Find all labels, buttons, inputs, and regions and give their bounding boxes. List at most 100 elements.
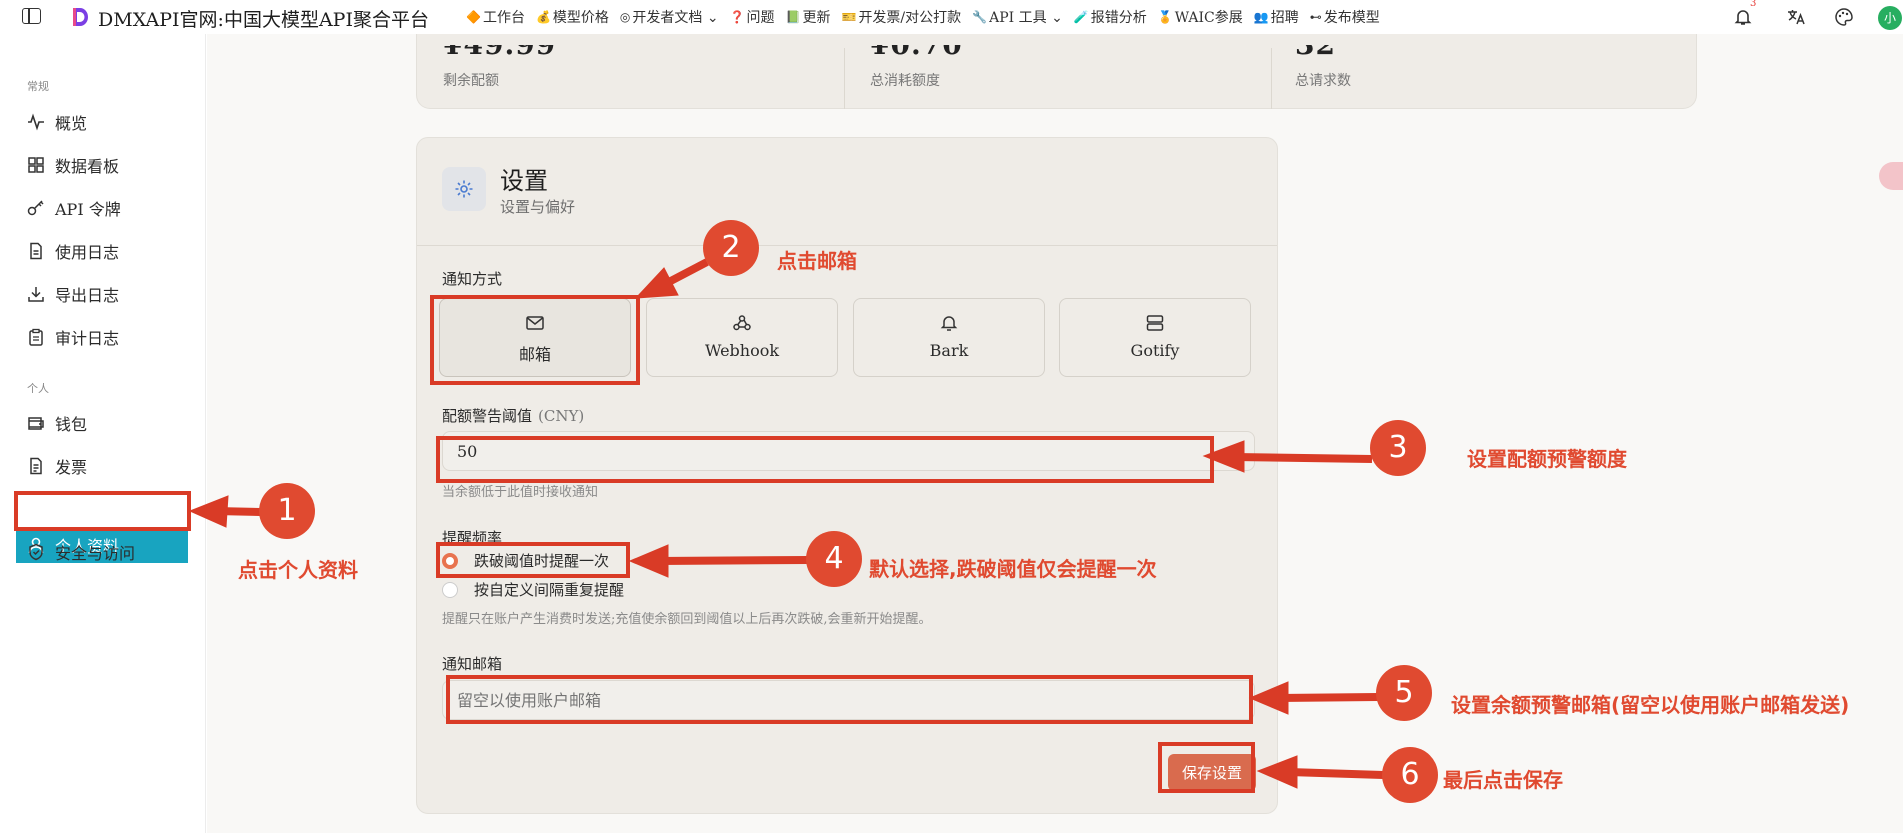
nav-publish-model-icon: ⊷ [1309,10,1322,24]
nav-jobs[interactable]: 👥 招聘 [1254,7,1299,27]
shield-icon [27,543,45,561]
radio-unchecked[interactable] [442,581,458,598]
nav-workbench-label: 工作台 [482,10,525,26]
sidebar-item-usage-logs[interactable]: 使用日志 [27,239,119,263]
nav-model-price-label: 模型价格 [552,10,609,26]
sidebar-item-overview[interactable]: 概览 [27,110,87,134]
threshold-label-text: 配额警告阈值 [442,407,533,425]
sidebar-item-label: 概览 [55,114,88,133]
nav-faq-label: 问题 [746,10,775,26]
download-icon [27,285,45,303]
logo-icon [73,8,88,26]
annotation-box-email-input [446,675,1253,724]
annotation-marker-6: 6 [1382,747,1438,803]
frequency-option-repeat[interactable]: 按自定义间隔重复提醒 [442,579,624,600]
gear-icon [442,167,486,211]
sidebar-item-audit-logs[interactable]: 审计日志 [27,325,119,349]
sidebar-item-api-tokens[interactable]: API 令牌 [27,196,121,220]
annotation-box-email [430,295,640,385]
sidebar-item-label: 发票 [55,458,88,477]
stats-card: ¥49.99 剩余配额 ¥0.70 总消耗额度 32 总请求数 [416,34,1697,109]
email-label: 通知邮箱 [442,655,503,673]
sidebar-item-label: 数据看板 [55,157,120,176]
key-icon [27,199,45,217]
settings-title: 设置 [500,167,548,195]
clipboard-icon [27,328,45,346]
method-webhook[interactable]: Webhook [646,298,838,377]
top-nav: 🔶 工作台 💰 模型价格 ◎ 开发者文档 ⌄ ❓ 问题 📗 更新 🎫 开发票/对公打款 🔧 A… [466,7,1391,27]
nav-faq[interactable]: ❓ 问题 [730,7,775,27]
webhook-icon [647,314,837,334]
nav-publish-model-label: 发布模型 [1323,10,1380,26]
nav-dev-docs-label: 开发者文档 ⌄ [632,10,719,26]
sidebar-item-wallet[interactable]: 钱包 [27,411,87,435]
stat-label: 总请求数 [1295,73,1351,89]
annotation-marker-2: 2 [703,220,759,276]
annotation-marker-3: 3 [1370,420,1426,476]
sidebar-item-export-logs[interactable]: 导出日志 [27,282,119,306]
threshold-label: 配额警告阈值 (CNY) [442,405,584,426]
nav-jobs-label: 招聘 [1270,10,1299,26]
nav-waic-label: WAIC参展 [1174,10,1243,26]
nav-error-analysis-label: 报错分析 [1090,10,1147,26]
method-label: Bark [929,341,969,360]
annotation-box-profile [14,491,191,531]
avatar[interactable]: 小 [1878,6,1902,30]
sidebar-item-label: API 令牌 [55,200,121,219]
nav-waic[interactable]: 🏅 WAIC参展 [1158,7,1243,27]
annotation-text-5: 设置余额预警邮箱(留空以使用账户邮箱发送) [1451,693,1850,717]
annotation-text-6: 最后点击保存 [1443,768,1563,792]
sidebar-item-label: 使用日志 [55,243,120,262]
nav-updates[interactable]: 📗 更新 [786,7,831,27]
stat-divider [844,48,845,109]
floating-tool-icon[interactable] [1879,162,1903,190]
nav-invoice[interactable]: 🎫 开发票/对公打款 [841,7,961,27]
threshold-unit: (CNY) [538,407,585,425]
file-text-icon [27,242,45,260]
sidebar-toggle-icon[interactable] [22,8,41,24]
sidebar-item-invoice[interactable]: 发票 [27,454,87,478]
annotation-box-frequency [436,542,630,578]
translate-icon[interactable] [1786,7,1806,27]
nav-updates-label: 更新 [802,10,831,26]
method-label: Webhook [704,341,780,360]
annotation-marker-1: 1 [259,483,315,539]
nav-api-tools-icon: 🔧 [972,10,988,24]
sidebar-item-label: 钱包 [55,415,88,434]
bell-icon[interactable] [1733,7,1753,27]
nav-model-price[interactable]: 💰 模型价格 [536,7,609,27]
nav-waic-icon: 🏅 [1157,10,1173,24]
nav-workbench-icon: 🔶 [466,10,481,24]
palette-icon[interactable] [1834,7,1854,27]
stat-label: 剩余配额 [443,73,499,89]
method-bark[interactable]: Bark [853,298,1045,377]
nav-jobs-icon: 👥 [1253,10,1269,24]
sidebar-item-dashboard[interactable]: 数据看板 [27,153,119,177]
nav-workbench[interactable]: 🔶 工作台 [466,7,525,27]
sidebar-item-label: 导出日志 [55,286,120,305]
nav-publish-model[interactable]: ⊷ 发布模型 [1310,7,1380,27]
frequency-help: 提醒只在账户产生消费时发送;充值使余额回到阈值以上后再次跌破,会重新开始提醒。 [442,612,932,627]
sidebar-group-common: 常规 [27,80,49,93]
notify-method-label: 通知方式 [442,270,503,288]
nav-dev-docs[interactable]: ◎ 开发者文档 ⌄ [620,7,719,27]
nav-api-tools-label: API 工具 ⌄ [989,10,1063,26]
top-bar: DMXAPI官网:中国大模型API聚合平台 🔶 工作台 💰 模型价格 ◎ 开发者文档 … [0,0,1903,34]
app-title: DMXAPI官网:中国大模型API聚合平台 [98,9,429,31]
radio-label: 按自定义间隔重复提醒 [474,581,625,599]
annotation-marker-4: 4 [806,531,862,587]
receipt-icon [27,457,45,475]
wallet-icon [27,414,45,432]
dashboard-icon [27,156,45,174]
nav-error-analysis[interactable]: 🧪 报错分析 [1074,7,1147,27]
settings-subtitle: 设置与偏好 [500,198,576,216]
sidebar-item-security[interactable]: 安全与访问 [27,540,135,564]
annotation-text-3: 设置配额预警额度 [1467,447,1627,471]
sidebar-group-personal: 个人 [27,382,49,395]
nav-invoice-label: 开发票/对公打款 [858,10,962,26]
sidebar-item-label: 审计日志 [55,329,120,348]
threshold-help: 当余额低于此值时接收通知 [442,485,599,500]
nav-api-tools[interactable]: 🔧 API 工具 ⌄ [972,7,1063,27]
notification-badge: 3 [1750,0,1757,9]
method-gotify[interactable]: Gotify [1059,298,1251,377]
